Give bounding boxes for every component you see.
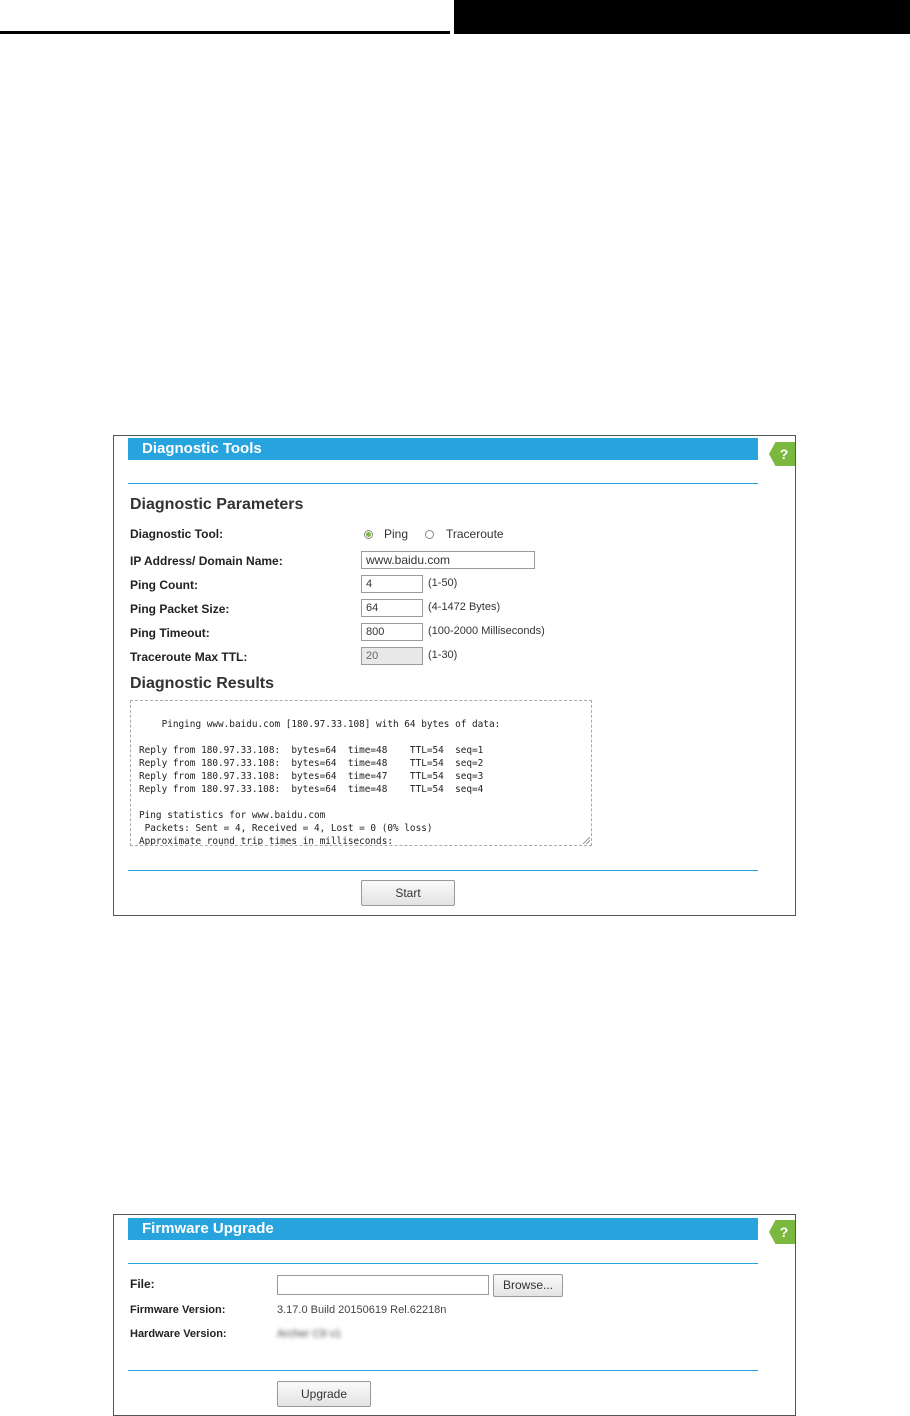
- start-button[interactable]: Start: [361, 880, 455, 906]
- file-input[interactable]: [277, 1275, 489, 1295]
- ping-count-input[interactable]: 4: [361, 575, 423, 593]
- panel-title: Firmware Upgrade: [128, 1218, 758, 1240]
- results-text: Pinging www.baidu.com [180.97.33.108] wi…: [139, 719, 501, 846]
- upgrade-button[interactable]: Upgrade: [277, 1381, 371, 1407]
- header-rule-left: [0, 0, 450, 34]
- divider-top: [128, 483, 758, 484]
- ping-radio[interactable]: [364, 530, 373, 539]
- packet-size-label: Ping Packet Size:: [130, 602, 230, 616]
- hw-version-value: Archer C9 v1: [277, 1328, 342, 1340]
- results-heading: Diagnostic Results: [130, 675, 275, 692]
- help-icon[interactable]: ?: [769, 1220, 795, 1244]
- ttl-label: Traceroute Max TTL:: [130, 650, 248, 664]
- ttl-input: 20: [361, 647, 423, 665]
- ping-radio-label[interactable]: Ping: [384, 527, 408, 541]
- timeout-label: Ping Timeout:: [130, 626, 210, 640]
- ip-domain-input[interactable]: www.baidu.com: [361, 551, 535, 569]
- traceroute-radio-label[interactable]: Traceroute: [446, 527, 504, 541]
- results-textarea[interactable]: Pinging www.baidu.com [180.97.33.108] wi…: [130, 700, 592, 846]
- browse-button[interactable]: Browse...: [493, 1274, 563, 1297]
- hw-version-label: Hardware Version:: [130, 1328, 227, 1340]
- ip-label: IP Address/ Domain Name:: [130, 554, 283, 568]
- params-heading: Diagnostic Parameters: [130, 496, 304, 513]
- file-label: File:: [130, 1277, 155, 1291]
- packet-size-input[interactable]: 64: [361, 599, 423, 617]
- resize-grip[interactable]: [583, 837, 590, 844]
- fw-version-label: Firmware Version:: [130, 1304, 226, 1316]
- traceroute-radio[interactable]: [425, 530, 434, 539]
- diagnostic-tools-panel: Diagnostic Tools ? Diagnostic Parameters…: [113, 435, 796, 916]
- firmware-upgrade-panel: Firmware Upgrade ? File: Browse... Firmw…: [113, 1214, 796, 1416]
- panel-title: Diagnostic Tools: [128, 438, 758, 460]
- timeout-hint: (100-2000 Milliseconds): [428, 625, 545, 637]
- help-icon[interactable]: ?: [769, 442, 795, 466]
- divider-bottom: [128, 1370, 758, 1371]
- packet-size-hint: (4-1472 Bytes): [428, 601, 501, 613]
- timeout-input[interactable]: 800: [361, 623, 423, 641]
- ping-count-label: Ping Count:: [130, 578, 198, 592]
- tool-label: Diagnostic Tool:: [130, 527, 224, 541]
- divider-top: [128, 1263, 758, 1264]
- header-bar-right: [454, 0, 910, 34]
- divider-bottom: [128, 870, 758, 871]
- ping-count-hint: (1-50): [428, 577, 458, 589]
- fw-version-value: 3.17.0 Build 20150619 Rel.62218n: [277, 1304, 447, 1316]
- ttl-hint: (1-30): [428, 649, 458, 661]
